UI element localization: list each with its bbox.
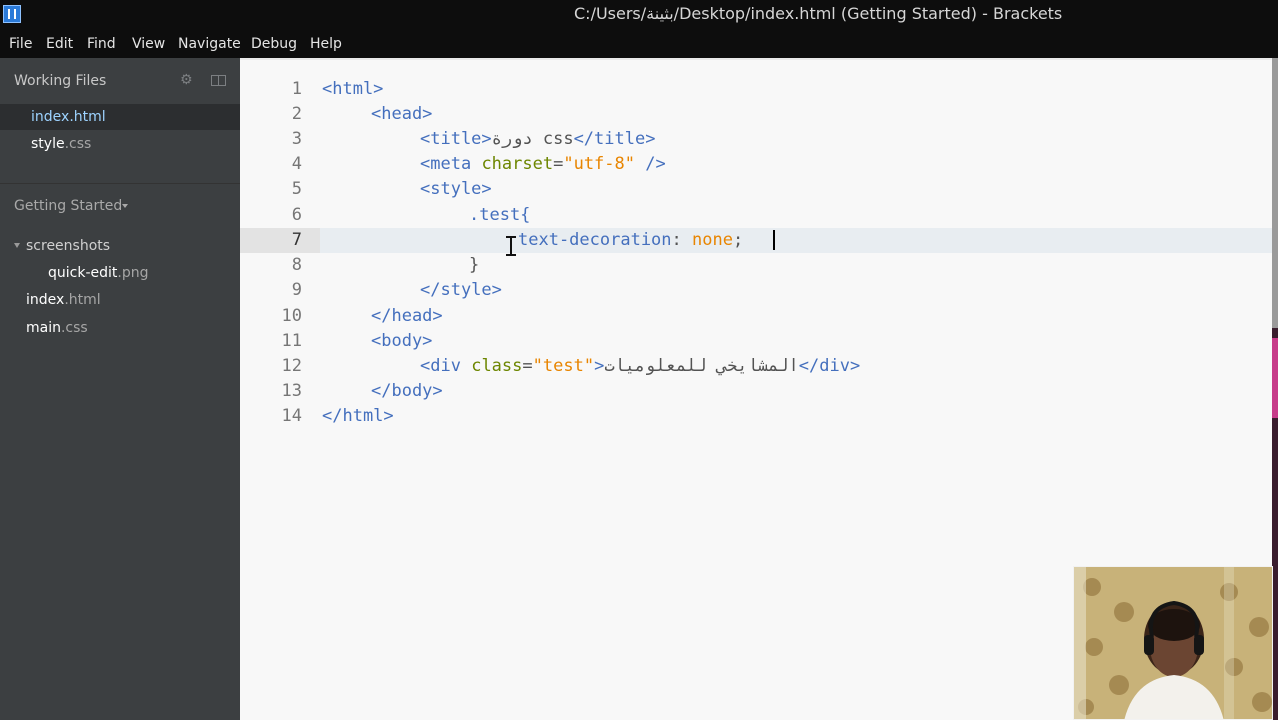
working-file-index[interactable]: index.html bbox=[31, 109, 106, 125]
operator: = bbox=[522, 356, 533, 376]
title-bar: C:/Users/بثينة/Desktop/index.html (Getti… bbox=[0, 0, 1278, 28]
webcam-overlay bbox=[1073, 566, 1273, 720]
string: "utf-8" bbox=[563, 154, 635, 174]
html-tag: </head> bbox=[371, 306, 443, 326]
working-files-header: Working Files bbox=[14, 73, 107, 89]
tree-folder-screenshots[interactable]: screenshots bbox=[26, 238, 110, 254]
html-tag: > bbox=[594, 356, 605, 376]
line-number: 11 bbox=[281, 331, 302, 351]
line-number: 9 bbox=[291, 280, 302, 300]
line-number: 4 bbox=[291, 154, 302, 174]
code-line-5[interactable]: <style> bbox=[420, 179, 492, 199]
html-tag: </body> bbox=[371, 381, 443, 401]
ibeam-cursor-icon bbox=[506, 236, 516, 256]
css-property: text-decoration bbox=[518, 230, 672, 250]
sidebar: Working Files ⚙ index.html style.css Get… bbox=[0, 58, 240, 720]
window-title: C:/Users/بثينة/Desktop/index.html (Getti… bbox=[574, 4, 1063, 23]
line-number: 2 bbox=[291, 104, 302, 124]
code-line-2[interactable]: <head> bbox=[371, 104, 432, 124]
file-name: style bbox=[31, 136, 65, 152]
html-tag: <title> bbox=[420, 129, 492, 149]
line-number: 6 bbox=[291, 205, 302, 225]
brackets-app-icon[interactable] bbox=[3, 5, 21, 23]
project-dropdown[interactable]: Getting Started bbox=[14, 198, 122, 214]
html-tag: <div bbox=[420, 356, 461, 376]
code-line-8[interactable]: } bbox=[469, 255, 479, 275]
code-line-12[interactable]: <div class="test">المشايخي للمعلوميات</d… bbox=[420, 356, 860, 376]
line-number: 1 bbox=[291, 79, 302, 99]
file-ext: .css bbox=[60, 320, 88, 336]
line-number-active: 7 bbox=[291, 230, 302, 250]
code-line-7[interactable]: text-decoration: none; bbox=[518, 230, 743, 250]
working-file-style[interactable]: style.css bbox=[31, 136, 91, 152]
tree-file-index[interactable]: index.html bbox=[26, 292, 101, 308]
html-tag: <meta bbox=[420, 154, 472, 174]
file-ext: .html bbox=[64, 292, 101, 308]
html-tag: </html> bbox=[322, 406, 394, 426]
code-line-14[interactable]: </html> bbox=[322, 406, 394, 426]
folder-name: screenshots bbox=[26, 238, 111, 254]
active-line-highlight bbox=[240, 228, 1272, 253]
code-line-1[interactable]: <html> bbox=[322, 79, 383, 99]
editor-top-border bbox=[240, 58, 1278, 60]
line-number: 5 bbox=[291, 179, 302, 199]
file-name: index bbox=[26, 292, 65, 308]
webcam-image bbox=[1074, 567, 1272, 719]
line-number: 10 bbox=[281, 306, 302, 326]
file-name: index bbox=[31, 109, 70, 125]
folder-expand-icon[interactable] bbox=[14, 243, 20, 248]
file-ext: .css bbox=[64, 136, 92, 152]
html-tag: <html> bbox=[322, 79, 384, 99]
css-selector: .test{ bbox=[469, 205, 531, 225]
operator: : bbox=[671, 230, 693, 250]
html-tag: /> bbox=[635, 154, 666, 174]
chevron-down-icon[interactable] bbox=[122, 204, 128, 208]
line-number: 14 bbox=[281, 406, 302, 426]
split-view-icon[interactable] bbox=[211, 75, 226, 86]
html-tag: <style> bbox=[420, 179, 492, 199]
html-tag: </title> bbox=[573, 129, 656, 149]
file-name: quick-edit bbox=[48, 265, 118, 281]
operator: = bbox=[553, 154, 564, 174]
html-tag: <body> bbox=[371, 331, 433, 351]
code-line-11[interactable]: <body> bbox=[371, 331, 432, 351]
sidebar-divider bbox=[0, 183, 240, 184]
code-line-13[interactable]: </body> bbox=[371, 381, 443, 401]
tree-file-main[interactable]: main.css bbox=[26, 320, 88, 336]
code-line-3[interactable]: <title>دورة css</title> bbox=[420, 129, 655, 149]
code-line-10[interactable]: </head> bbox=[371, 306, 443, 326]
text-content: دورة css bbox=[491, 129, 574, 149]
gear-icon[interactable]: ⚙ bbox=[180, 73, 193, 87]
file-name: main bbox=[26, 320, 61, 336]
line-number: 13 bbox=[281, 381, 302, 401]
vertical-scrollbar[interactable] bbox=[1272, 58, 1278, 328]
attribute: charset bbox=[481, 154, 554, 174]
tree-file-quick-edit[interactable]: quick-edit.png bbox=[48, 265, 149, 281]
menu-bar: File Edit Find View Navigate Debug Help bbox=[0, 28, 1278, 58]
code-line-9[interactable]: </style> bbox=[420, 280, 502, 300]
attribute: class bbox=[471, 356, 523, 376]
css-value: none bbox=[692, 230, 733, 250]
line-number: 8 bbox=[291, 255, 302, 275]
brace: } bbox=[469, 255, 480, 275]
semicolon: ; bbox=[732, 230, 744, 250]
html-tag: </div> bbox=[798, 356, 861, 376]
html-tag: </style> bbox=[420, 280, 502, 300]
code-line-6[interactable]: .test{ bbox=[469, 205, 530, 225]
line-number: 12 bbox=[281, 356, 302, 376]
file-ext: .html bbox=[69, 109, 106, 125]
text-cursor bbox=[773, 230, 775, 250]
code-line-4[interactable]: <meta charset="utf-8" /> bbox=[420, 154, 666, 174]
line-number: 3 bbox=[291, 129, 302, 149]
html-tag: <head> bbox=[371, 104, 433, 124]
scrollbar-accent bbox=[1272, 338, 1278, 418]
string: "test" bbox=[532, 356, 595, 376]
text-content: المشايخي للمعلوميات bbox=[604, 356, 799, 376]
file-ext: .png bbox=[117, 265, 149, 281]
